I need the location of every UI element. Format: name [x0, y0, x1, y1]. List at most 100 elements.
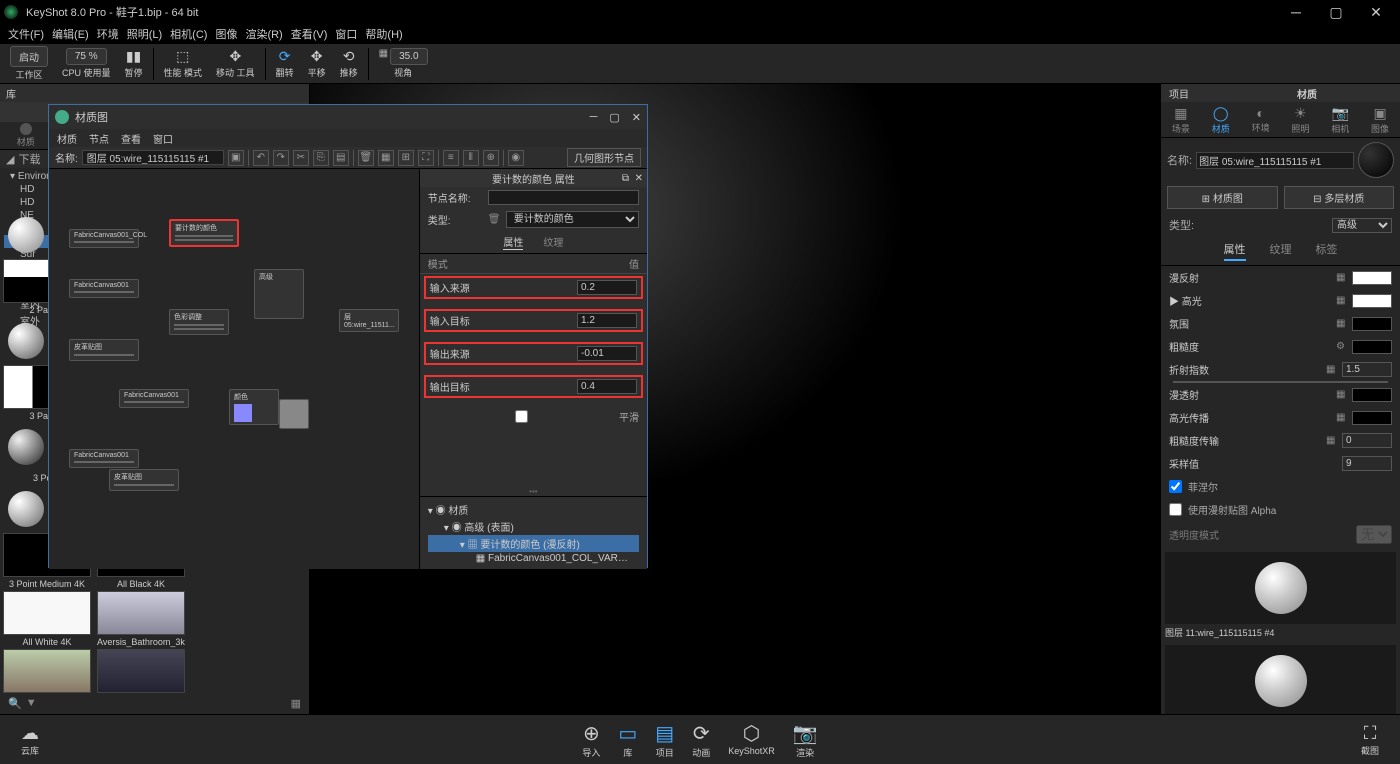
subtab-label[interactable]: 标签	[1316, 241, 1338, 261]
env-sphere[interactable]	[8, 429, 44, 465]
dlg-menu-view[interactable]: 查看	[121, 131, 141, 146]
mat-thumb[interactable]	[1165, 552, 1396, 624]
prop-tab-tex[interactable]: 纹理	[543, 234, 563, 250]
pan-button[interactable]: ✥平移	[302, 45, 332, 83]
tool-layout-icon[interactable]: ⊞	[398, 150, 414, 166]
env-sphere[interactable]	[8, 217, 44, 253]
subtab-tex[interactable]: 纹理	[1270, 241, 1292, 261]
dialog-maximize[interactable]: ▢	[609, 111, 619, 124]
subtab-attr[interactable]: 属性	[1224, 241, 1246, 261]
slider-4[interactable]	[428, 400, 639, 406]
material-name-input[interactable]	[1196, 152, 1354, 169]
tool-fit-icon[interactable]: ⛶	[418, 150, 434, 166]
env-thumb[interactable]: Aversis_Bathroom_3k	[96, 591, 186, 647]
menu-file[interactable]: 文件(F)	[6, 26, 46, 42]
node-name-input[interactable]	[488, 190, 639, 205]
slider-2[interactable]	[428, 334, 639, 340]
graph-node[interactable]: 颜色	[229, 389, 279, 425]
graph-node-advanced[interactable]: 高级	[254, 269, 304, 319]
env-sphere[interactable]	[8, 491, 44, 527]
node-type-select[interactable]: 要计数的颜色	[506, 211, 639, 228]
samples-input[interactable]	[1342, 456, 1392, 471]
ior-slider[interactable]	[1173, 381, 1388, 383]
dialog-minimize[interactable]: ─	[590, 111, 598, 124]
pause-button[interactable]: ▮▮暂停	[119, 45, 149, 83]
tool-grid-icon[interactable]: ▦	[378, 150, 394, 166]
search-icon[interactable]: 🔍	[8, 697, 22, 710]
tree-advanced[interactable]: ▾ ◉ 高级 (表面)	[428, 518, 639, 535]
prop-pin-icon[interactable]: ⧉	[622, 173, 629, 184]
alpha-checkbox[interactable]	[1169, 503, 1182, 516]
move-button[interactable]: ✥移动 工具	[210, 45, 261, 83]
perspective[interactable]: ▦35.0 视角	[373, 45, 434, 83]
menu-env[interactable]: 环境	[95, 26, 121, 42]
menu-lighting[interactable]: 照明(L)	[125, 26, 164, 42]
slider-1[interactable]	[428, 301, 639, 307]
tool-copy-icon[interactable]: ⎘	[313, 150, 329, 166]
specular-swatch[interactable]	[1352, 294, 1392, 308]
graph-node[interactable]: FabricCanvas001	[69, 279, 139, 298]
output-source-field[interactable]	[577, 346, 637, 361]
smooth-checkbox[interactable]	[428, 410, 615, 423]
slider-3[interactable]	[428, 367, 639, 373]
transmit-swatch[interactable]	[1352, 388, 1392, 402]
fresnel-checkbox[interactable]	[1169, 480, 1182, 493]
tab-material[interactable]: ◯材质	[1212, 105, 1230, 135]
grid-icon[interactable]: ▦	[291, 697, 301, 710]
tool-zoom-icon[interactable]: ⊕	[483, 150, 499, 166]
flip-button[interactable]: ⟳翻转	[270, 45, 300, 83]
animation-button[interactable]: ⟳动画	[692, 721, 710, 759]
geometry-nodes-button[interactable]: 几何图形节点	[567, 148, 641, 167]
maximize-button[interactable]: ▢	[1316, 0, 1356, 24]
menu-edit[interactable]: 编辑(E)	[50, 26, 91, 42]
project-button[interactable]: ▤项目	[655, 721, 674, 759]
tumble-button[interactable]: ⟲推移	[334, 45, 364, 83]
rough-swatch[interactable]	[1352, 340, 1392, 354]
graph-node-checker[interactable]	[279, 399, 309, 429]
xr-button[interactable]: ⬡KeyShotXR	[728, 721, 775, 759]
input-source-field[interactable]	[577, 280, 637, 295]
tab-camera[interactable]: 📷相机	[1331, 105, 1349, 135]
tab-lighting[interactable]: ☀照明	[1291, 105, 1309, 135]
tab-scene[interactable]: ▦场景	[1172, 105, 1190, 135]
tab-materials[interactable]: 材质	[0, 122, 52, 149]
graph-node[interactable]: FabricCanvas001	[119, 389, 189, 408]
type-select[interactable]: 高级	[1332, 218, 1392, 233]
env-sphere[interactable]	[8, 323, 44, 359]
start-button[interactable]: 启动 工作区	[4, 45, 54, 83]
env-thumb[interactable]: All White 4K	[2, 591, 92, 647]
menu-window[interactable]: 窗口	[333, 26, 359, 42]
output-target-field[interactable]	[577, 379, 637, 394]
tree-color-count[interactable]: ▾ ▦ 要计数的颜色 (漫反射)	[428, 535, 639, 552]
material-graph-button[interactable]: ⊞ 材质图	[1167, 186, 1278, 209]
dlg-menu-node[interactable]: 节点	[89, 131, 109, 146]
delete-icon[interactable]: 🗑	[488, 214, 502, 225]
mat-thumb[interactable]	[1165, 645, 1396, 714]
spec-trans-swatch[interactable]	[1352, 411, 1392, 425]
dlg-menu-material[interactable]: 材质	[57, 131, 77, 146]
menu-render[interactable]: 渲染(R)	[243, 26, 284, 42]
cloud-button[interactable]: ☁云库	[0, 723, 60, 757]
graph-node[interactable]: FabricCanvas001_COL	[69, 229, 139, 248]
graph-node[interactable]: 色彩调整	[169, 309, 229, 335]
dialog-close[interactable]: ✕	[632, 111, 641, 124]
env-thumb[interactable]	[2, 649, 92, 693]
multilayer-button[interactable]: ⊟ 多层材质	[1284, 186, 1395, 209]
tool-undo-icon[interactable]: ↶	[253, 150, 269, 166]
rough-trans-input[interactable]	[1342, 433, 1392, 448]
tool-sel-icon[interactable]: ◉	[508, 150, 524, 166]
tool-align-icon[interactable]: ≡	[443, 150, 459, 166]
tool-paste-icon[interactable]: ▤	[333, 150, 349, 166]
ambient-swatch[interactable]	[1352, 317, 1392, 331]
node-graph[interactable]: FabricCanvas001_COL 要计数的颜色 FabricCanvas0…	[49, 169, 420, 569]
map-icon[interactable]: ▦	[1336, 272, 1352, 283]
menu-camera[interactable]: 相机(C)	[168, 26, 209, 42]
graph-node[interactable]: 皮革贴图	[109, 469, 179, 491]
menu-image[interactable]: 图像	[213, 26, 239, 42]
tool-dist-icon[interactable]: ⫴	[463, 150, 479, 166]
prop-tab-attr[interactable]: 属性	[503, 234, 523, 250]
cpu-usage[interactable]: 75 % CPU 使用量	[56, 45, 117, 83]
tree-material[interactable]: ▾ ◉ 材质	[428, 501, 639, 518]
graph-node[interactable]: FabricCanvas001	[69, 449, 139, 468]
dlg-name-input[interactable]	[82, 150, 224, 165]
